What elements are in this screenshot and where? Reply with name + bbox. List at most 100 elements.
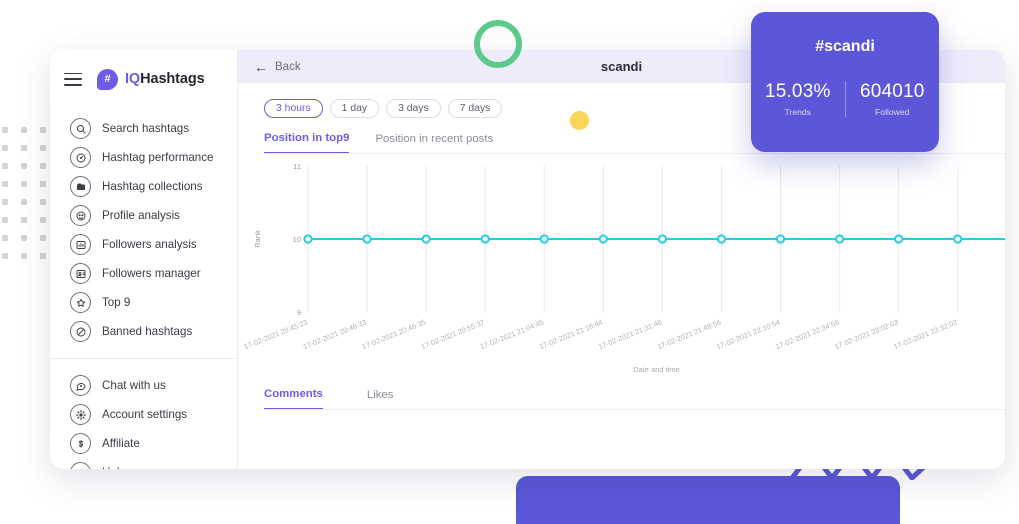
filter-chip-1-day[interactable]: 1 day bbox=[329, 99, 380, 118]
engagement-tabs-underline bbox=[264, 409, 1005, 410]
sidebar-item-label: Help bbox=[102, 466, 126, 469]
sidebar-item-label: Top 9 bbox=[102, 296, 131, 309]
stat-followed: 604010 Followed bbox=[844, 81, 940, 117]
sidebar-nav-secondary: Chat with us Account settings Affiliate Hel… bbox=[50, 371, 237, 469]
stat-followed-value: 604010 bbox=[859, 81, 925, 102]
folder-icon bbox=[70, 176, 91, 197]
star-icon bbox=[70, 292, 91, 313]
decorative-green-ring bbox=[474, 20, 522, 68]
stat-followed-label: Followed bbox=[875, 107, 910, 117]
user-card-icon bbox=[70, 263, 91, 284]
profile-icon bbox=[70, 205, 91, 226]
sidebar-divider bbox=[50, 358, 237, 359]
sidebar-item-label: Chat with us bbox=[102, 379, 166, 392]
chart-data-point[interactable] bbox=[539, 234, 549, 244]
sidebar-item-label: Search hashtags bbox=[102, 122, 190, 135]
brand-title: IQHashtags bbox=[125, 71, 205, 87]
decorative-dot-grid bbox=[2, 127, 46, 259]
back-button[interactable]: ← Back bbox=[254, 60, 301, 74]
stat-card-metrics: 15.03% Trends 604010 Followed bbox=[751, 81, 939, 117]
sidebar-item-followers-analysis[interactable]: Followers analysis bbox=[50, 230, 237, 259]
sidebar-item-label: Profile analysis bbox=[102, 209, 180, 222]
search-icon bbox=[70, 118, 91, 139]
sidebar-item-banned-hashtags[interactable]: Banned hashtags bbox=[50, 317, 237, 346]
ban-icon bbox=[70, 321, 91, 342]
brand-iq: IQ bbox=[125, 71, 141, 87]
chart-data-point[interactable] bbox=[657, 234, 668, 244]
rank-chart-svg[interactable]: 11109Rank17-02-2021 20:45:2317-02-2021 2… bbox=[238, 160, 1005, 382]
hamburger-menu-icon[interactable] bbox=[64, 72, 82, 86]
question-icon bbox=[70, 462, 91, 469]
sidebar-item-hashtag-collections[interactable]: Hashtag collections bbox=[50, 172, 237, 201]
filter-chip-3-hours[interactable]: 3 hours bbox=[264, 99, 323, 118]
chart-x-tick-label: 17-02-2021 20:55:37 bbox=[420, 318, 486, 352]
sidebar-item-label: Hashtag collections bbox=[102, 180, 203, 193]
sidebar-item-chat-with-us[interactable]: Chat with us bbox=[50, 371, 237, 400]
chart-x-axis-label: Date and time bbox=[633, 365, 680, 374]
dollar-icon bbox=[70, 433, 91, 454]
decorative-purple-slab bbox=[516, 476, 900, 524]
chart-data-point[interactable] bbox=[716, 234, 727, 244]
chart-data-point[interactable] bbox=[953, 234, 963, 244]
chart-x-tick-label: 17-02-2021 21:31:46 bbox=[597, 318, 663, 352]
chart-x-tick-label: 17-02-2021 23:02:03 bbox=[833, 318, 899, 352]
brand-bar: # IQHashtags bbox=[50, 60, 237, 98]
chart-y-tick-label: 9 bbox=[297, 308, 301, 317]
chart-y-tick-label: 11 bbox=[293, 162, 301, 171]
chart-data-point[interactable] bbox=[894, 234, 904, 244]
chart-data-point[interactable] bbox=[303, 234, 313, 244]
engagement-tabs: Comments Likes bbox=[238, 382, 1005, 410]
chart-y-tick-label: 10 bbox=[293, 235, 301, 244]
logo-hash-glyph: # bbox=[104, 72, 111, 85]
stat-trends: 15.03% Trends bbox=[751, 81, 845, 117]
chart-x-tick-label: 17-02-2021 20:49:35 bbox=[361, 318, 427, 352]
sidebar-item-label: Account settings bbox=[102, 408, 188, 421]
chart-y-axis-label: Rank bbox=[253, 230, 262, 248]
chart-x-tick-label: 17-02-2021 21:04:45 bbox=[479, 318, 545, 352]
sidebar-item-hashtag-performance[interactable]: Hashtag performance bbox=[50, 143, 237, 172]
chart-data-point[interactable] bbox=[362, 234, 372, 244]
chart-data-point[interactable] bbox=[775, 234, 786, 244]
filter-chip-7-days[interactable]: 7 days bbox=[447, 99, 503, 118]
chart-data-point[interactable] bbox=[598, 234, 608, 244]
sidebar-item-account-settings[interactable]: Account settings bbox=[50, 400, 237, 429]
tab-comments[interactable]: Comments bbox=[264, 388, 323, 410]
chart-x-tick-label: 17-02-2021 20:45:23 bbox=[243, 318, 309, 352]
sidebar-item-top-9[interactable]: Top 9 bbox=[50, 288, 237, 317]
stat-trends-label: Trends bbox=[784, 107, 811, 117]
tab-position-in-recent-posts[interactable]: Position in recent posts bbox=[375, 133, 493, 153]
logo-icon: # bbox=[97, 68, 118, 90]
chart-data-point[interactable] bbox=[835, 234, 845, 244]
sidebar-item-profile-analysis[interactable]: Profile analysis bbox=[50, 201, 237, 230]
sidebar-item-label: Banned hashtags bbox=[102, 325, 193, 338]
chart-x-tick-label: 17-02-2021 20:46:33 bbox=[302, 318, 368, 352]
chat-icon bbox=[70, 375, 91, 396]
tab-likes[interactable]: Likes bbox=[367, 389, 394, 409]
sidebar-item-search-hashtags[interactable]: Search hashtags bbox=[50, 114, 237, 143]
screenshot-root: # IQHashtags Search hashtags Hashtag perf… bbox=[0, 0, 1019, 524]
sidebar-item-followers-manager[interactable]: Followers manager bbox=[50, 259, 237, 288]
arrow-left-icon: ← bbox=[254, 58, 268, 75]
chart-x-tick-label: 17-02-2021 23:32:02 bbox=[892, 318, 958, 352]
hashtag-stat-card: #scandi 15.03% Trends 604010 Followed bbox=[751, 12, 939, 152]
sidebar: # IQHashtags Search hashtags Hashtag perf… bbox=[50, 50, 238, 469]
filter-chip-3-days[interactable]: 3 days bbox=[386, 99, 441, 118]
chart-x-tick-label: 17-02-2021 22:34:56 bbox=[774, 318, 840, 352]
stat-trends-value: 15.03% bbox=[764, 81, 831, 102]
tab-position-in-top9[interactable]: Position in top9 bbox=[264, 132, 350, 154]
chart-x-tick-label: 17-02-2021 21:49:56 bbox=[656, 318, 722, 352]
sidebar-item-affiliate[interactable]: Affiliate bbox=[50, 429, 237, 458]
chart-data-point[interactable] bbox=[421, 234, 431, 244]
sidebar-item-label: Hashtag performance bbox=[102, 151, 214, 164]
back-label: Back bbox=[275, 60, 301, 73]
chart-data-point[interactable] bbox=[480, 234, 490, 244]
gear-icon bbox=[70, 404, 91, 425]
sidebar-item-help[interactable]: Help bbox=[50, 458, 237, 469]
decorative-yellow-dot bbox=[570, 111, 589, 130]
chart-x-tick-label: 17-02-2021 21:16:44 bbox=[538, 318, 604, 352]
rank-chart: 11 10 9 Rank 17-02-2021 20:45:23 17-02-2021 2… bbox=[238, 160, 1005, 382]
speedometer-icon bbox=[70, 147, 91, 168]
sidebar-item-label: Followers manager bbox=[102, 267, 201, 280]
sidebar-item-label: Followers analysis bbox=[102, 238, 197, 251]
bar-chart-icon bbox=[70, 234, 91, 255]
